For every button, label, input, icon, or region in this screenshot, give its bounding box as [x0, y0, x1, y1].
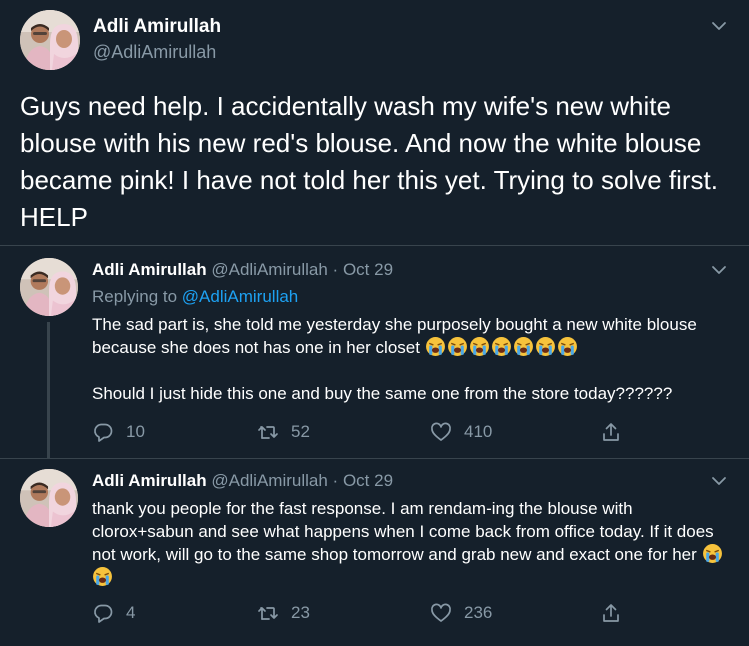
reply-tweet: Adli Amirullah @AdliAmirullah · Oct 29 t…	[0, 459, 749, 646]
like-button[interactable]: 236	[430, 601, 492, 625]
loudly-crying-face-icon	[469, 336, 490, 357]
retweet-count: 52	[291, 422, 310, 441]
reply-text: The sad part is, she told me yesterday s…	[92, 313, 732, 405]
reply-bubble-icon	[92, 602, 114, 624]
action-bar: 4 23 236	[92, 601, 732, 625]
tweet-text: Guys need help. I accidentally wash my w…	[20, 91, 719, 232]
meta-separator: ·	[332, 471, 339, 490]
retweet-count: 23	[291, 603, 310, 622]
reply-text: thank you people for the fast response. …	[92, 497, 732, 589]
avatar[interactable]	[20, 10, 80, 70]
reply-bubble-icon	[92, 421, 114, 443]
reply-paragraph: thank you people for the fast response. …	[92, 499, 714, 564]
reply-paragraph: Should I just hide this one and buy the …	[92, 384, 673, 403]
reply-button[interactable]: 10	[92, 420, 145, 444]
chevron-down-icon[interactable]	[709, 260, 729, 280]
author-handle[interactable]: @AdliAmirullah	[211, 260, 327, 279]
share-icon	[600, 421, 622, 443]
loudly-crying-face-icon	[535, 336, 556, 357]
tweet-thread: Adli Amirullah @AdliAmirullah Guys need …	[0, 0, 749, 646]
reply-count: 4	[126, 603, 136, 622]
avatar[interactable]	[20, 469, 78, 527]
share-button[interactable]	[600, 601, 622, 625]
share-icon	[600, 602, 622, 624]
author-handle[interactable]: @AdliAmirullah	[93, 42, 216, 63]
main-tweet: Adli Amirullah @AdliAmirullah Guys need …	[0, 0, 749, 246]
like-button[interactable]: 410	[430, 420, 492, 444]
loudly-crying-face-icon	[425, 336, 446, 357]
reply-paragraph: The sad part is, she told me yesterday s…	[92, 315, 697, 357]
reply-tweet: Adli Amirullah @AdliAmirullah · Oct 29 R…	[0, 246, 749, 458]
author-name[interactable]: Adli Amirullah	[92, 471, 207, 490]
share-button[interactable]	[600, 420, 622, 444]
author-name[interactable]: Adli Amirullah	[92, 260, 207, 279]
retweet-button[interactable]: 23	[257, 601, 310, 625]
loudly-crying-face-icon	[491, 336, 512, 357]
chevron-down-icon[interactable]	[709, 471, 729, 491]
loudly-crying-face-icon	[513, 336, 534, 357]
retweet-icon	[257, 602, 279, 624]
replying-to-link[interactable]: @AdliAmirullah	[182, 287, 298, 306]
tweet-date[interactable]: Oct 29	[343, 260, 393, 279]
thread-connector-line	[47, 322, 50, 458]
reply-count: 10	[126, 422, 145, 441]
retweet-button[interactable]: 52	[257, 420, 310, 444]
author-handle[interactable]: @AdliAmirullah	[211, 471, 327, 490]
reply-button[interactable]: 4	[92, 601, 135, 625]
avatar[interactable]	[20, 258, 78, 316]
heart-icon	[430, 602, 452, 624]
author-name[interactable]: Adli Amirullah	[93, 16, 221, 38]
action-bar: 10 52 410	[92, 420, 732, 444]
replying-to: Replying to @AdliAmirullah	[92, 287, 298, 307]
loudly-crying-face-icon	[702, 543, 723, 564]
replying-to-label: Replying to	[92, 287, 178, 306]
reply-header: Adli Amirullah @AdliAmirullah · Oct 29	[92, 260, 393, 280]
like-count: 236	[464, 603, 493, 622]
reply-header: Adli Amirullah @AdliAmirullah · Oct 29	[92, 471, 393, 491]
emoji-group	[425, 336, 579, 357]
meta-separator: ·	[332, 260, 339, 279]
loudly-crying-face-icon	[557, 336, 578, 357]
heart-icon	[430, 421, 452, 443]
loudly-crying-face-icon	[447, 336, 468, 357]
like-count: 410	[464, 422, 493, 441]
loudly-crying-face-icon	[92, 566, 113, 587]
chevron-down-icon[interactable]	[709, 16, 729, 36]
tweet-date[interactable]: Oct 29	[343, 471, 393, 490]
retweet-icon	[257, 421, 279, 443]
